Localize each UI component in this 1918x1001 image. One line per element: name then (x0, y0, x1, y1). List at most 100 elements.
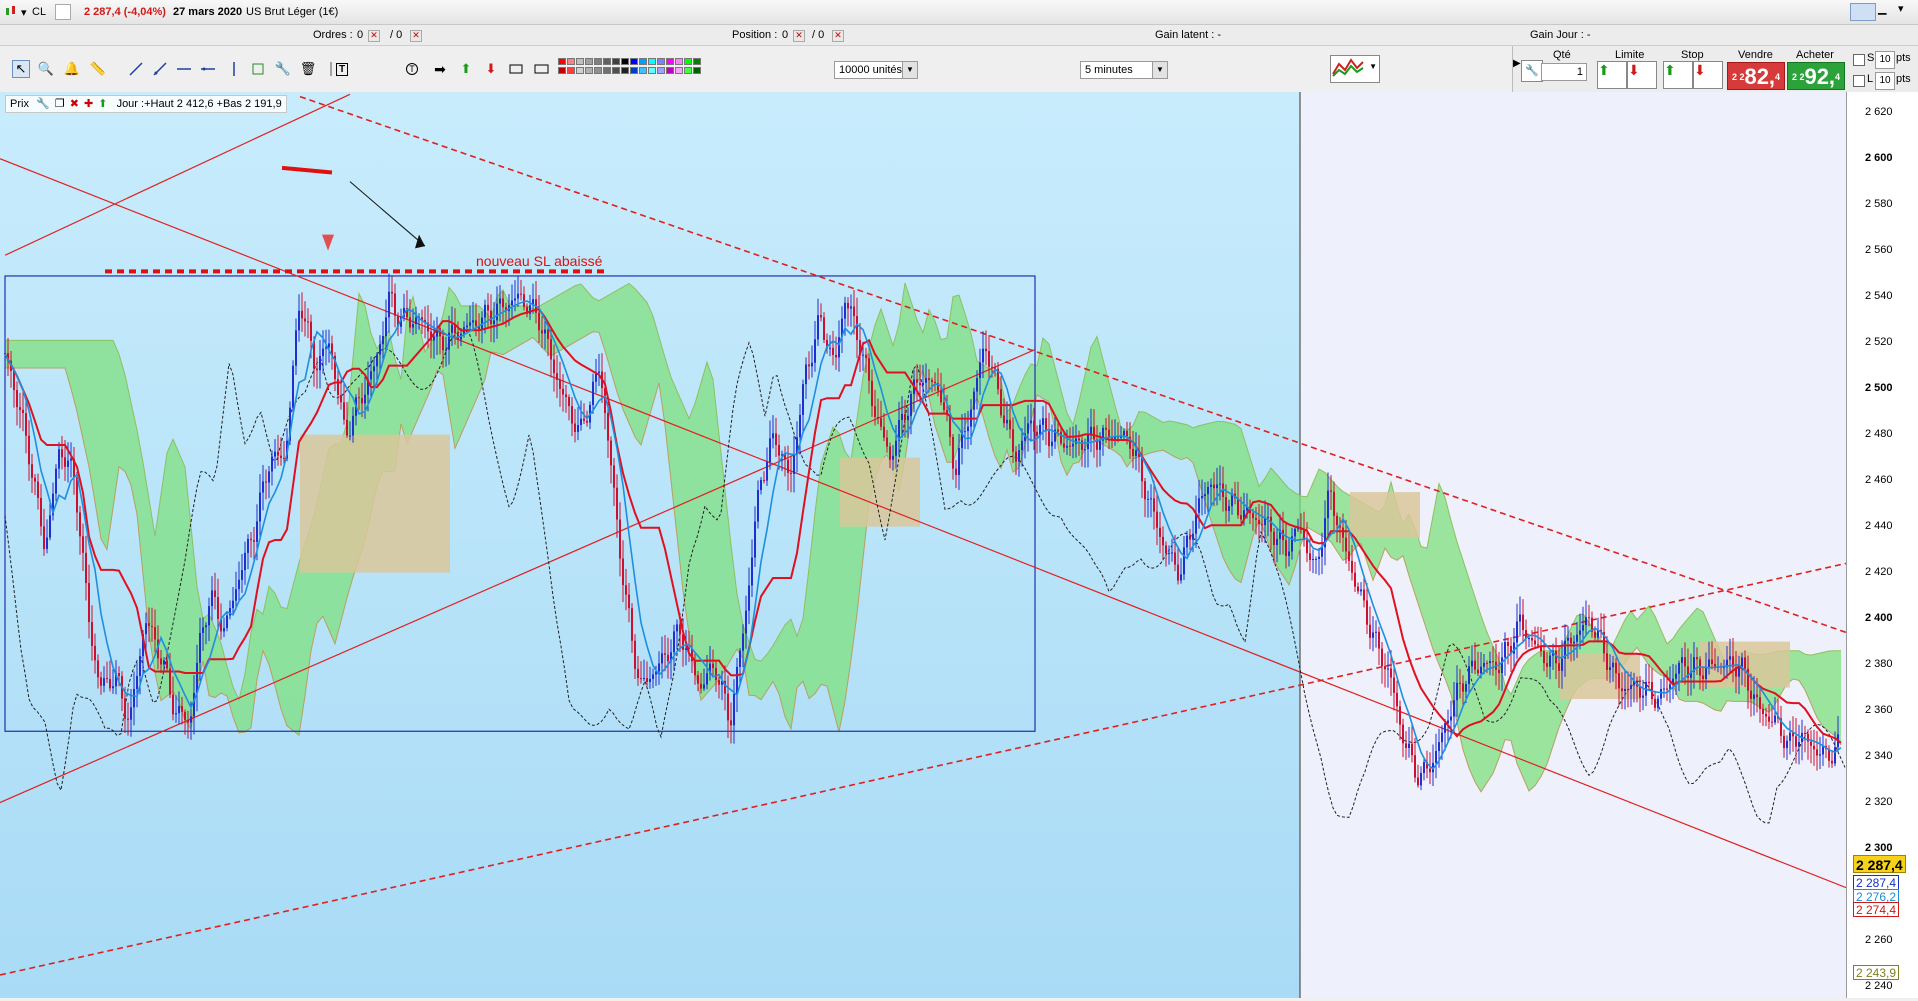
units-select[interactable]: 10000 unités ▼ (834, 61, 918, 79)
arrow-right-tool-icon[interactable]: ➡ (431, 60, 449, 78)
limit-input[interactable]: 10 (1875, 72, 1895, 90)
color-swatch[interactable] (567, 67, 575, 74)
chart-canvas[interactable]: nouveau SL abaissé (0, 92, 1847, 998)
ruler-tool-icon[interactable]: 📏 (89, 60, 107, 78)
candle-body (103, 678, 105, 686)
indicators-button[interactable]: ▼ (1330, 55, 1380, 83)
color-swatch[interactable] (666, 58, 674, 65)
sell-button[interactable]: 2 282,4 (1727, 62, 1785, 90)
limit-buy-button[interactable]: ⬆ (1597, 61, 1627, 89)
color-swatch[interactable] (675, 67, 683, 74)
color-swatch[interactable] (576, 67, 584, 74)
color-swatch[interactable] (657, 58, 665, 65)
color-swatch[interactable] (576, 58, 584, 65)
color-swatch[interactable] (648, 67, 656, 74)
rectangle-tool-icon[interactable] (533, 60, 551, 78)
candle-body (1144, 481, 1146, 500)
color-swatch[interactable] (612, 58, 620, 65)
candle-body (214, 590, 216, 597)
color-swatch[interactable] (594, 58, 602, 65)
candle-body (451, 324, 453, 333)
alert-tool-icon[interactable]: 🔔 (63, 60, 81, 78)
color-swatch[interactable] (558, 67, 566, 74)
channel-tool-icon[interactable] (249, 60, 267, 78)
candle-body (1429, 768, 1431, 773)
legend-settings-icon[interactable]: 🔧 (36, 98, 50, 110)
text-tool-icon[interactable]: T (333, 60, 351, 78)
stop-loss-checkbox[interactable] (1853, 54, 1865, 66)
color-swatch[interactable] (675, 58, 683, 65)
symbol-label[interactable]: CL (32, 6, 46, 18)
color-swatch[interactable] (558, 58, 566, 65)
color-swatch[interactable] (666, 67, 674, 74)
panel-collapse-icon[interactable]: ▶ (1513, 58, 1521, 69)
pointer-tool-icon[interactable]: ↖ (12, 60, 30, 78)
stop-loss-input[interactable]: 10 (1875, 51, 1895, 69)
candle-body (955, 468, 957, 475)
color-swatch[interactable] (603, 67, 611, 74)
arrow-up-tool-icon[interactable]: ⬆ (457, 60, 475, 78)
color-swatch[interactable] (639, 67, 647, 74)
symbol-dropdown-icon[interactable]: ▾ (21, 6, 27, 19)
arrow-down-tool-icon[interactable]: ⬇ (482, 60, 500, 78)
chart-type-icon[interactable] (4, 5, 18, 20)
color-swatch[interactable] (657, 67, 665, 74)
minimize-button[interactable]: ▁ (1878, 2, 1886, 15)
note-tool-icon[interactable]: T (403, 60, 421, 78)
candle-body (649, 678, 651, 682)
horizontal-line-tool-icon[interactable] (175, 60, 193, 78)
ray-tool-icon[interactable] (151, 60, 169, 78)
legend-close-icon[interactable]: ✖ (70, 98, 79, 110)
keyboard-icon[interactable] (1850, 3, 1876, 21)
color-swatch[interactable] (567, 58, 575, 65)
color-swatch[interactable] (612, 67, 620, 74)
legend-window-icon[interactable]: ❐ (55, 98, 65, 110)
legend-up-icon[interactable]: ⬆ (98, 98, 107, 110)
color-swatch[interactable] (585, 58, 593, 65)
stop-sell-button[interactable]: ⬇ (1693, 61, 1723, 89)
color-swatch[interactable] (603, 58, 611, 65)
orders-total-cancel-icon[interactable]: ✕ (410, 30, 422, 42)
color-swatch[interactable] (639, 58, 647, 65)
price-chart[interactable]: nouveau SL abaissé (0, 92, 1918, 998)
candle-body (412, 324, 414, 328)
delete-tool-icon[interactable]: 🗑 (299, 60, 317, 78)
position-total-close-icon[interactable]: ✕ (832, 30, 844, 42)
price-axis[interactable]: 2 620 2 600 2 580 2 560 2 540 2 520 2 500 2 480… (1846, 92, 1918, 998)
symbol-box[interactable] (55, 4, 71, 20)
horizontal-ray-tool-icon[interactable] (199, 60, 217, 78)
color-swatch[interactable] (684, 67, 692, 74)
color-swatch[interactable] (684, 58, 692, 65)
color-palette[interactable] (558, 58, 718, 80)
color-swatch[interactable] (648, 58, 656, 65)
window-menu-button[interactable]: ▾ (1898, 2, 1904, 15)
ellipse-tool-icon[interactable] (507, 60, 525, 78)
candle-body (1615, 662, 1617, 674)
color-swatch[interactable] (693, 58, 701, 65)
position-close-icon[interactable]: ✕ (793, 30, 805, 42)
limit-checkbox[interactable] (1853, 75, 1865, 87)
color-swatch[interactable] (621, 67, 629, 74)
candle-body (139, 656, 141, 676)
color-swatch[interactable] (693, 67, 701, 74)
orders-cancel-icon[interactable]: ✕ (368, 30, 380, 42)
line-tool-icon[interactable] (127, 60, 145, 78)
candle-body (694, 661, 696, 676)
wrench-icon[interactable]: 🔧 (1521, 60, 1543, 82)
vertical-line-tool-icon[interactable] (225, 60, 243, 78)
color-swatch[interactable] (594, 67, 602, 74)
properties-tool-icon[interactable]: 🔧 (274, 60, 292, 78)
stop-loss-label: S (1867, 52, 1875, 64)
limit-unit: pts (1896, 73, 1911, 85)
color-swatch[interactable] (621, 58, 629, 65)
legend-add-icon[interactable]: ✚ (84, 98, 93, 110)
stop-buy-button[interactable]: ⬆ (1663, 61, 1693, 89)
zoom-tool-icon[interactable]: 🔍 (37, 60, 55, 78)
timeframe-select[interactable]: 5 minutes ▼ (1080, 61, 1168, 79)
buy-button[interactable]: 2 292,4 (1787, 62, 1845, 90)
color-swatch[interactable] (630, 58, 638, 65)
color-swatch[interactable] (630, 67, 638, 74)
qty-input[interactable]: 1 (1541, 63, 1587, 81)
color-swatch[interactable] (585, 67, 593, 74)
limit-sell-button[interactable]: ⬇ (1627, 61, 1657, 89)
